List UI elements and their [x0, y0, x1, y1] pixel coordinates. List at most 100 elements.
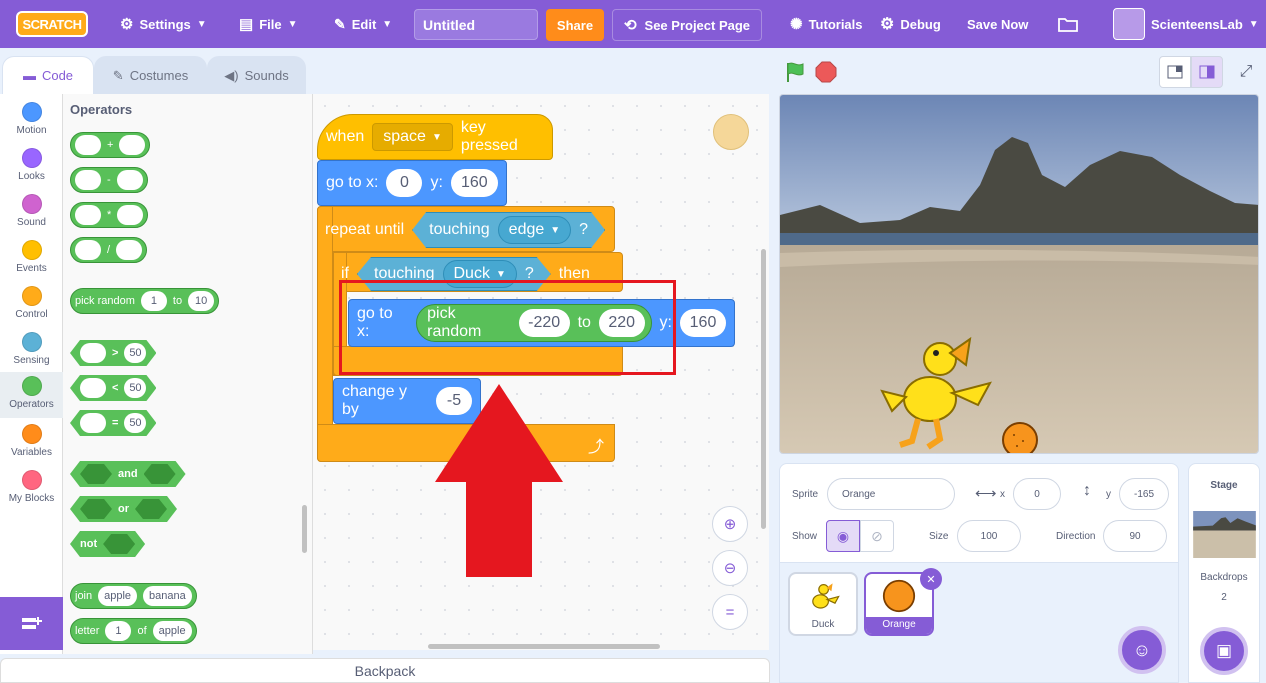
delete-sprite-button[interactable]: ✕	[920, 568, 942, 590]
category-sound[interactable]: Sound	[0, 190, 63, 236]
orange-sprite[interactable]	[1001, 421, 1039, 454]
subtract-block[interactable]: -	[70, 167, 148, 193]
scratch-logo[interactable]: SCRATCH	[16, 11, 88, 37]
y-input[interactable]: 160	[680, 309, 726, 337]
zoom-in-button[interactable]: ⊕	[712, 506, 748, 542]
tab-sounds[interactable]: ◀) Sounds	[207, 56, 306, 94]
project-title-input[interactable]: Untitled	[414, 9, 538, 40]
category-events[interactable]: Events	[0, 236, 63, 282]
show-hidden-button[interactable]: ⊘	[860, 520, 894, 552]
block-input[interactable]	[80, 464, 112, 484]
less-than-block[interactable]: <50	[70, 375, 156, 401]
block-input[interactable]: 1	[105, 621, 132, 641]
block-input[interactable]	[80, 378, 106, 398]
block-input[interactable]: apple	[98, 586, 138, 606]
block-input[interactable]	[135, 499, 167, 519]
block-input[interactable]: 50	[124, 378, 146, 398]
choose-sprite-button[interactable]: ☺	[1118, 626, 1166, 674]
duck-sprite[interactable]	[878, 331, 998, 451]
block-input[interactable]	[116, 170, 143, 190]
touching-dropdown[interactable]: edge ▼	[498, 216, 572, 244]
x-input[interactable]: 0	[386, 169, 423, 197]
normal-stage-button[interactable]	[1191, 56, 1223, 88]
block-input[interactable]	[103, 534, 135, 554]
y-input[interactable]: -165	[1119, 478, 1169, 510]
tutorials-button[interactable]: ✺ Tutorials	[790, 0, 863, 48]
block-input[interactable]	[116, 240, 143, 260]
save-now-button[interactable]: Save Now	[967, 0, 1028, 48]
settings-menu[interactable]: ⚙ Settings ▼	[120, 0, 207, 48]
choose-backdrop-button[interactable]: ▣	[1200, 627, 1248, 675]
account-menu[interactable]: ScienteensLab ▼	[1113, 0, 1259, 48]
block-input[interactable]	[75, 205, 101, 225]
key-dropdown[interactable]: space ▼	[372, 123, 453, 151]
workspace-scrollbar-v[interactable]	[761, 249, 766, 529]
block-input[interactable]	[119, 135, 146, 155]
backpack-bar[interactable]: Backpack	[0, 658, 770, 683]
touching-block[interactable]: touching edge ▼ ?	[412, 212, 605, 248]
edit-menu[interactable]: ✎ Edit ▼	[334, 0, 392, 48]
stage-canvas[interactable]	[779, 94, 1259, 454]
file-menu[interactable]: ▤ File ▼	[239, 0, 298, 48]
stage-panel-title: Stage	[1210, 480, 1238, 491]
tab-code[interactable]: ▬ Code	[2, 56, 94, 94]
category-motion[interactable]: Motion	[0, 98, 63, 144]
category-control[interactable]: Control	[0, 282, 63, 328]
or-block[interactable]: or	[70, 496, 177, 522]
sprite-name-input[interactable]: Orange	[827, 478, 955, 510]
block-input[interactable]	[75, 240, 101, 260]
x-input[interactable]: 0	[1013, 478, 1061, 510]
block-input[interactable]	[117, 205, 144, 225]
join-block[interactable]: join apple banana	[70, 583, 197, 609]
my-stuff-folder-icon[interactable]	[1058, 0, 1078, 48]
sprite-tile-duck[interactable]: Duck	[788, 572, 858, 636]
when-key-pressed-block[interactable]: when space ▼ key pressed	[317, 114, 553, 160]
block-input[interactable]	[80, 413, 106, 433]
block-input[interactable]: 10	[188, 291, 215, 311]
small-stage-button[interactable]	[1159, 56, 1191, 88]
fullscreen-button[interactable]: ⤢	[1231, 56, 1261, 88]
size-input[interactable]: 100	[957, 520, 1021, 552]
block-input[interactable]	[75, 135, 101, 155]
green-flag-icon[interactable]	[784, 61, 806, 83]
block-input[interactable]	[80, 343, 106, 363]
see-project-page-button[interactable]: ⟲ See Project Page	[612, 9, 762, 41]
block-input[interactable]: apple	[152, 621, 192, 641]
block-input[interactable]	[80, 499, 112, 519]
category-looks[interactable]: Looks	[0, 144, 63, 190]
block-input[interactable]	[144, 464, 176, 484]
block-input[interactable]	[75, 170, 101, 190]
tab-costumes[interactable]: ✎ Costumes	[94, 56, 207, 94]
stage-target-panel[interactable]: Stage Backdrops 2 ▣	[1188, 463, 1260, 683]
zoom-reset-button[interactable]: =	[712, 594, 748, 630]
zoom-out-button[interactable]: ⊖	[712, 550, 748, 586]
category-my-blocks[interactable]: My Blocks	[0, 466, 63, 512]
share-button[interactable]: Share	[546, 9, 604, 41]
debug-button[interactable]: ⚙ Debug	[880, 0, 941, 48]
block-input[interactable]: 1	[140, 291, 167, 311]
greater-than-block[interactable]: >50	[70, 340, 156, 366]
pencil-icon: ✎	[334, 15, 346, 32]
show-visible-button[interactable]: ◉	[826, 520, 860, 552]
direction-input[interactable]: 90	[1103, 520, 1167, 552]
category-sensing[interactable]: Sensing	[0, 328, 63, 374]
block-input[interactable]: 50	[124, 343, 146, 363]
block-input[interactable]: 50	[124, 413, 146, 433]
equals-block[interactable]: = 50	[70, 410, 156, 436]
go-to-xy-block[interactable]: go to x: 0 y: 160	[317, 160, 507, 206]
letter-of-block[interactable]: letter 1 of apple	[70, 618, 197, 644]
stop-icon[interactable]	[815, 61, 837, 83]
and-block[interactable]: and	[70, 461, 186, 487]
category-variables[interactable]: Variables	[0, 420, 63, 466]
divide-block[interactable]: /	[70, 237, 148, 263]
palette-scrollbar[interactable]	[302, 505, 307, 553]
not-block[interactable]: not	[70, 531, 145, 557]
y-input[interactable]: 160	[450, 169, 498, 197]
workspace-scrollbar-h[interactable]	[428, 644, 660, 649]
block-input[interactable]: banana	[143, 586, 192, 606]
pick-random-block[interactable]: pick random 1 to 10	[70, 288, 220, 314]
category-operators[interactable]: Operators	[0, 372, 63, 418]
add-extension-button[interactable]	[0, 597, 63, 650]
add-block[interactable]: +	[70, 132, 151, 158]
multiply-block[interactable]: *	[70, 202, 149, 228]
